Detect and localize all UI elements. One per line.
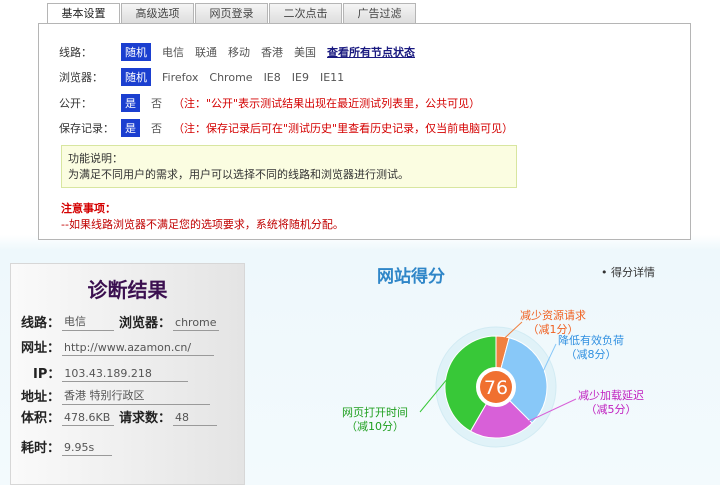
diagnosis-browser-key: 浏览器：	[119, 316, 172, 331]
view-all-nodes-link[interactable]: 查看所有节点状态	[327, 44, 415, 60]
diagnosis-address-field: 地址： 香港 特别行政区	[21, 386, 211, 405]
line-option-usa[interactable]: 美国	[294, 44, 316, 60]
public-row: 公开： 是 否 （注："公开"表示测试结果出现在最近测试列表里，公共可见）	[59, 94, 480, 112]
browser-option-random[interactable]: 随机	[121, 68, 151, 86]
line-option-mobile[interactable]: 移动	[228, 44, 250, 60]
browser-option-ie11[interactable]: IE11	[320, 71, 344, 84]
diagnosis-address-value: 香港 特别行政区	[62, 387, 211, 405]
tab-ad-filter[interactable]: 广告过滤	[343, 3, 416, 24]
score-value: 76	[484, 377, 508, 399]
annotation-page-open-time-name: 网页打开时间	[342, 406, 408, 419]
diagnosis-line-key: 线路：	[21, 316, 61, 331]
public-option-no[interactable]: 否	[151, 95, 162, 111]
diagnosis-browser-value: chrome	[173, 316, 220, 331]
save-option-no[interactable]: 否	[151, 120, 162, 136]
annotation-page-open-time: 网页打开时间 （减10分）	[342, 406, 408, 434]
line-option-hongkong[interactable]: 香港	[261, 44, 283, 60]
diagnosis-size-field: 体积： 478.6KB	[21, 407, 115, 426]
diagnosis-title: 诊断结果	[87, 278, 168, 302]
tab-advanced-options[interactable]: 高级选项	[121, 3, 194, 24]
tab-web-login[interactable]: 网页登录	[195, 3, 268, 24]
browser-option-ie9[interactable]: IE9	[292, 71, 309, 84]
annotation-reduce-payload-sub: （减8分）	[565, 348, 617, 361]
save-record-label: 保存记录：	[59, 122, 114, 135]
diagnosis-browser-field: 浏览器： chrome	[119, 312, 220, 331]
save-option-yes[interactable]: 是	[121, 119, 140, 137]
line-option-telecom[interactable]: 电信	[162, 44, 184, 60]
public-label: 公开：	[59, 97, 92, 110]
annotation-reduce-requests-name: 减少资源请求	[520, 309, 586, 322]
browser-label: 浏览器：	[59, 71, 103, 84]
function-description-text: 为满足不同用户的需求，用户可以选择不同的线路和浏览器进行测试。	[68, 168, 409, 181]
diagnosis-ip-key: IP：	[33, 367, 61, 382]
line-option-random[interactable]: 随机	[121, 43, 151, 61]
score-detail-label: 得分详情	[611, 266, 655, 279]
notice-title: 注意事项：	[61, 202, 116, 215]
diagnosis-line-value: 电信	[62, 313, 115, 331]
browser-row: 浏览器： 随机 Firefox Chrome IE8 IE9 IE11	[59, 68, 355, 86]
diagnosis-url-key: 网址：	[21, 341, 61, 356]
function-description-title: 功能说明：	[68, 152, 123, 165]
annotation-reduce-payload: 降低有效负荷 （减8分）	[558, 334, 624, 362]
score-detail-link[interactable]: • 得分详情	[601, 264, 655, 280]
notice-text: --如果线路浏览器不满足您的选项要求，系统将随机分配。	[61, 218, 344, 231]
diagnosis-address-key: 地址：	[21, 390, 61, 405]
annotation-reduce-requests: 减少资源请求 （减1分）	[520, 309, 586, 337]
annotation-reduce-latency: 减少加载延迟 （减5分）	[578, 389, 644, 417]
public-note: （注："公开"表示测试结果出现在最近测试列表里，公共可见）	[173, 97, 481, 110]
diagnosis-requests-key: 请求数：	[119, 411, 172, 426]
website-score-title: 网站得分	[377, 267, 445, 287]
diagnosis-time-field: 耗时： 9.95s	[21, 437, 113, 456]
diagnosis-line-field: 线路： 电信	[21, 312, 115, 331]
diagnosis-size-key: 体积：	[21, 411, 61, 426]
diagnosis-url-value: http://www.azamon.cn/	[62, 341, 215, 356]
public-option-yes[interactable]: 是	[121, 94, 140, 112]
annotation-reduce-latency-sub: （减5分）	[585, 403, 637, 416]
diagnosis-size-value: 478.6KB	[62, 411, 115, 426]
line-option-unicom[interactable]: 联通	[195, 44, 217, 60]
browser-option-ie8[interactable]: IE8	[264, 71, 281, 84]
browser-option-firefox[interactable]: Firefox	[162, 71, 198, 84]
tab-basic-settings[interactable]: 基本设置	[47, 3, 120, 25]
annotation-reduce-latency-name: 减少加载延迟	[578, 389, 644, 402]
diagnosis-requests-field: 请求数： 48	[119, 407, 218, 426]
function-description-box: 功能说明： 为满足不同用户的需求，用户可以选择不同的线路和浏览器进行测试。	[61, 145, 517, 188]
diagnosis-time-value: 9.95s	[62, 441, 113, 456]
diagnosis-time-key: 耗时：	[21, 441, 61, 456]
basic-settings-panel: 线路： 随机 电信 联通 移动 香港 美国 查看所有节点状态 浏览器： 随机 F…	[38, 23, 691, 240]
line-label: 线路：	[59, 46, 92, 59]
settings-tabs: 基本设置 高级选项 网页登录 二次点击 广告过滤	[47, 3, 417, 25]
annotation-reduce-payload-name: 降低有效负荷	[558, 334, 624, 347]
annotation-page-open-time-sub: （减10分）	[346, 420, 404, 433]
save-record-row: 保存记录： 是 否 （注：保存记录后可在"测试历史"里查看历史记录，仅当前电脑可…	[59, 119, 513, 137]
diagnosis-url-field: 网址： http://www.azamon.cn/	[21, 337, 215, 356]
diagnosis-result-card: 诊断结果 线路： 电信 浏览器： chrome 网址： http://www.a…	[10, 263, 245, 485]
browser-option-chrome[interactable]: Chrome	[209, 71, 252, 84]
line-row: 线路： 随机 电信 联通 移动 香港 美国 查看所有节点状态	[59, 43, 426, 61]
diagnosis-ip-value: 103.43.189.218	[62, 367, 189, 382]
diagnosis-ip-field: IP： 103.43.189.218	[33, 363, 189, 382]
diagnosis-requests-value: 48	[173, 411, 218, 426]
tab-second-click[interactable]: 二次点击	[269, 3, 342, 24]
save-note: （注：保存记录后可在"测试历史"里查看历史记录，仅当前电脑可见）	[173, 122, 514, 135]
